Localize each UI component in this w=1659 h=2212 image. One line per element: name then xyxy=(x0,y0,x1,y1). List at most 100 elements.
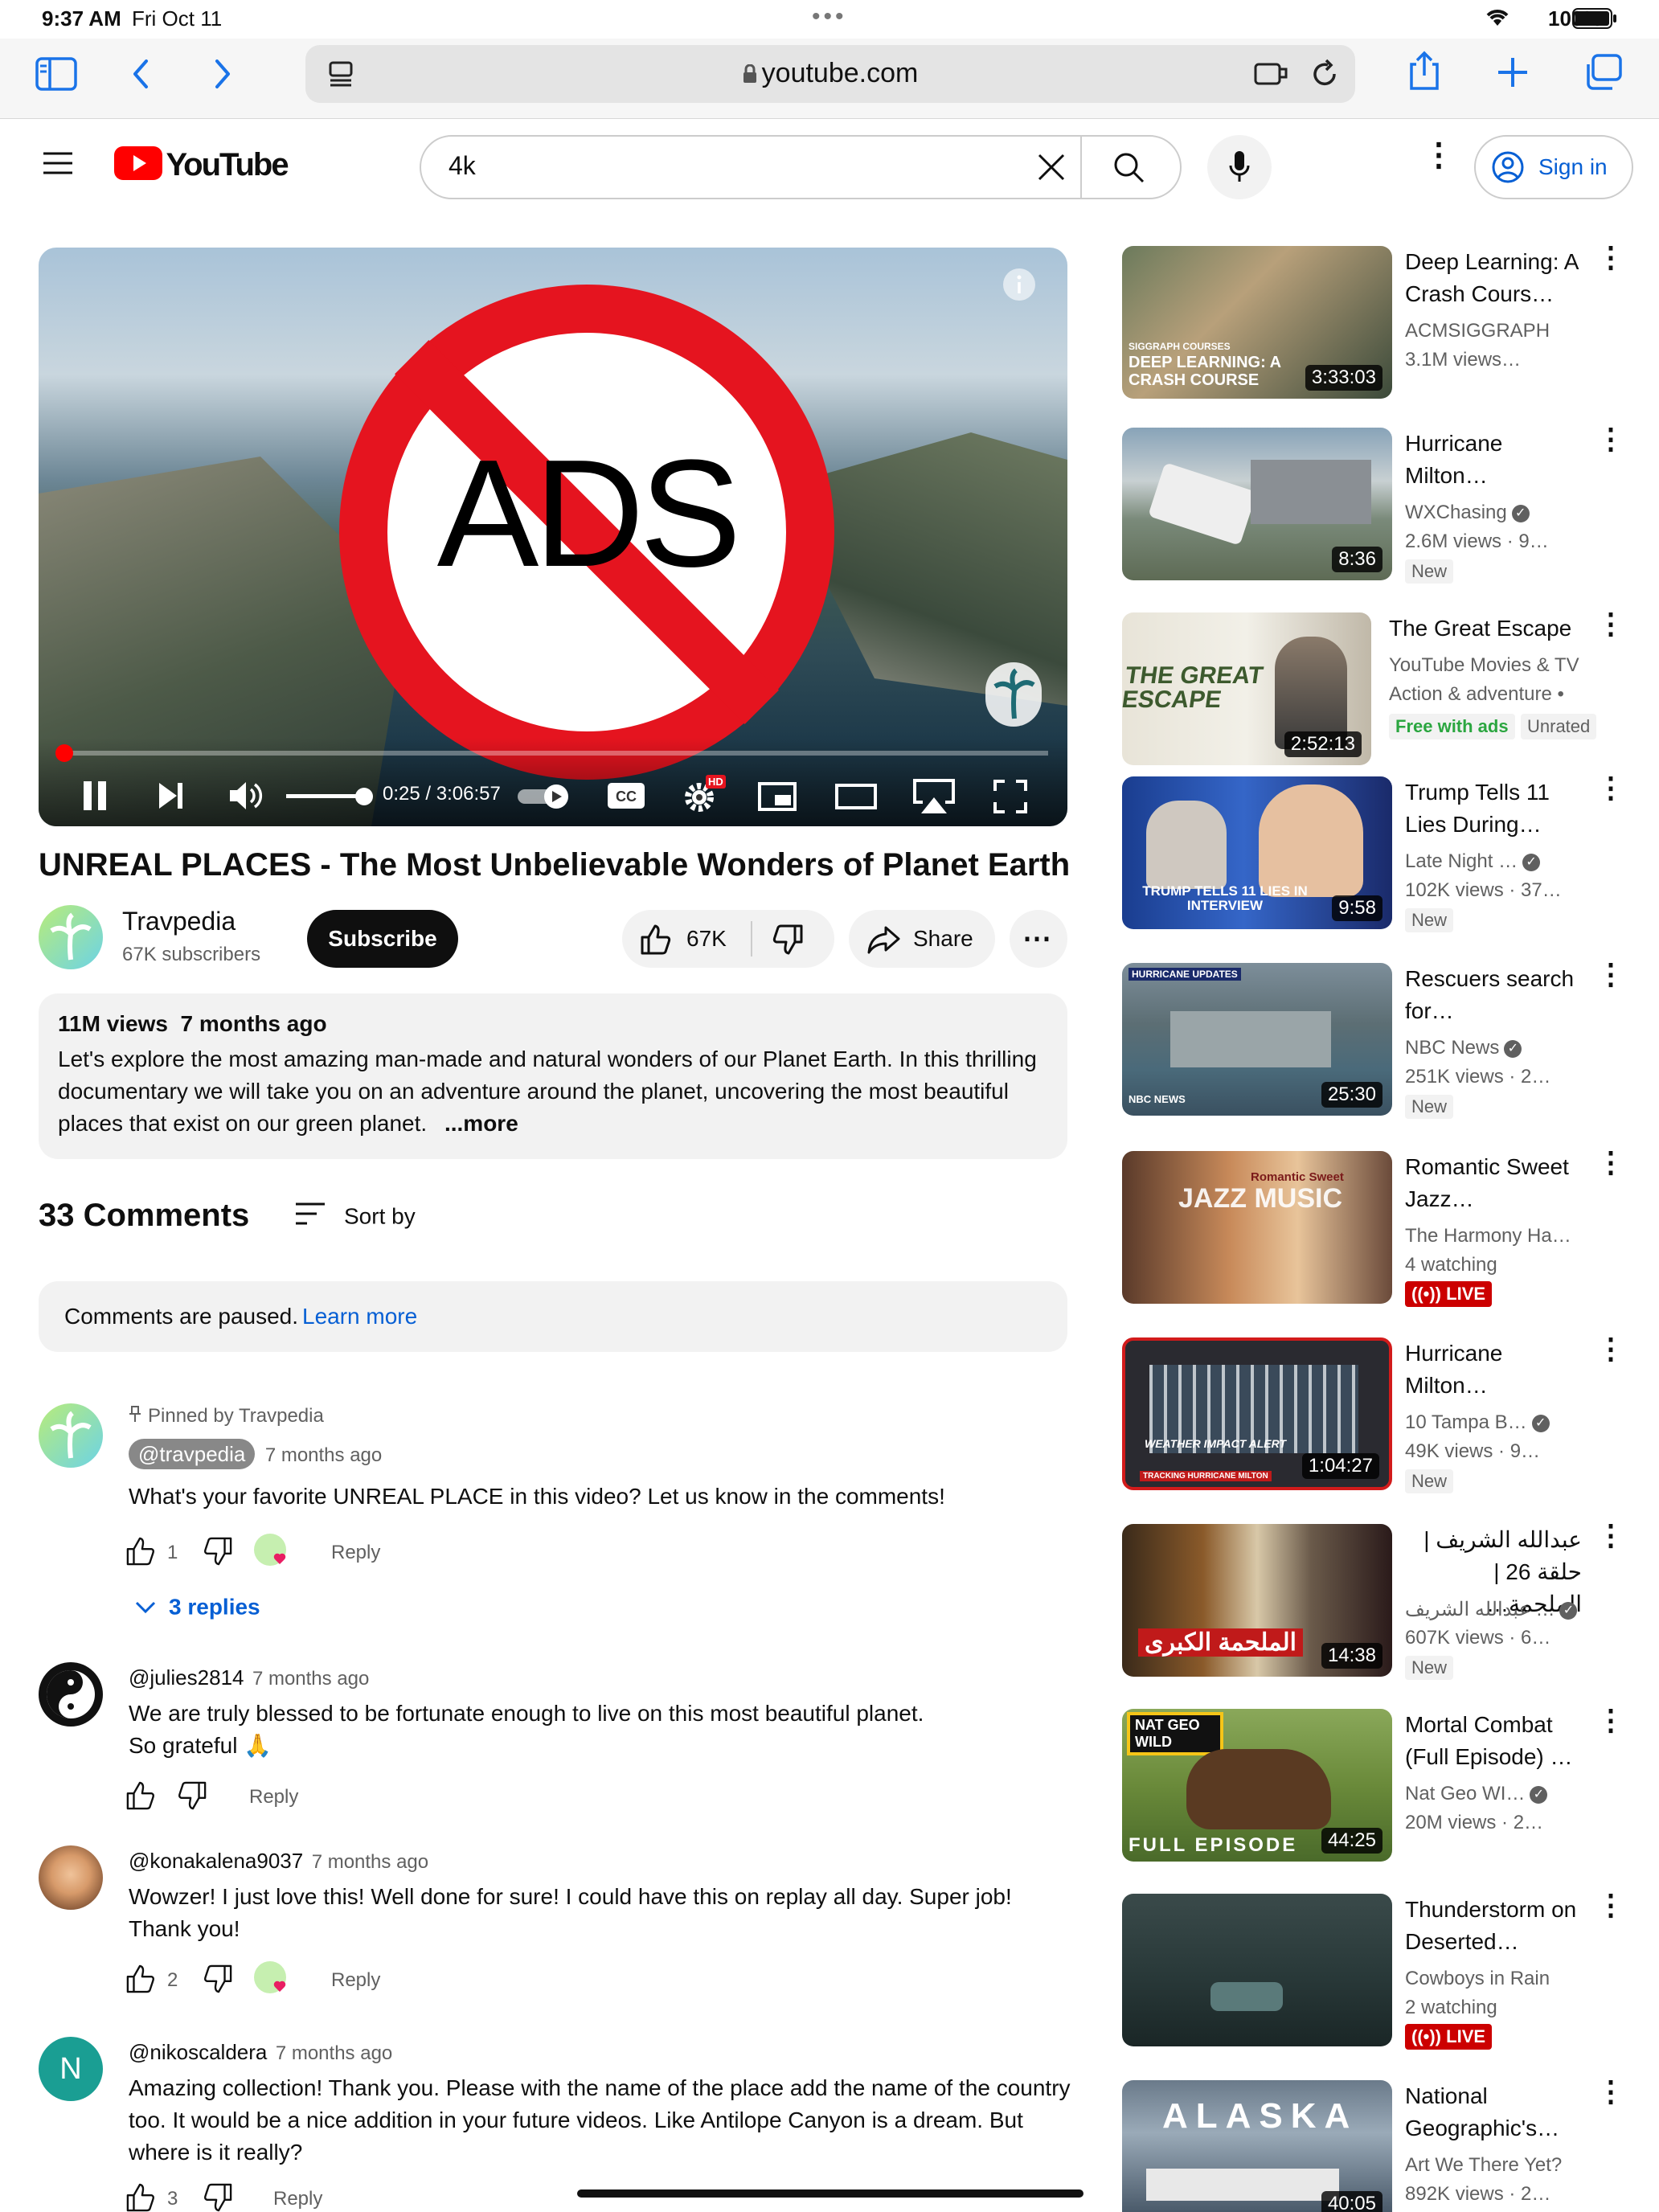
comment-dislike-icon[interactable] xyxy=(177,1781,207,1816)
subscribe-button[interactable]: Subscribe xyxy=(307,910,458,968)
comment-like-icon[interactable] xyxy=(125,1781,156,1816)
recommended-video[interactable]: SIGGRAPH COURSES DEEP LEARNING: A CRASH … xyxy=(1122,243,1659,399)
info-icon[interactable] xyxy=(1002,267,1037,306)
share-icon[interactable] xyxy=(1407,50,1442,96)
search-box[interactable]: 4k xyxy=(420,135,1182,199)
comment-time[interactable]: 7 months ago xyxy=(276,2042,392,2064)
video-thumbnail[interactable]: HURRICANE UPDATES NBC NEWS 25:30 xyxy=(1122,963,1392,1116)
comment-avatar[interactable] xyxy=(39,1845,103,1910)
comment-author[interactable]: @travpedia xyxy=(129,1439,256,1469)
channel-name[interactable]: Art We There Yet? xyxy=(1405,2154,1562,2177)
more-options-icon[interactable]: ⋮ xyxy=(1596,609,1625,638)
recommended-video[interactable]: الملحمة الكبرى 14:38 عبدالله الشريف | حل… xyxy=(1122,1521,1659,1680)
more-options-icon[interactable]: ⋮ xyxy=(1596,424,1625,453)
comment-dislike-icon[interactable] xyxy=(203,1537,233,1571)
like-icon[interactable] xyxy=(640,924,672,959)
progress-scrubber[interactable] xyxy=(55,744,73,762)
more-options-icon[interactable]: ⋮ xyxy=(1596,1521,1625,1550)
more-options-icon[interactable]: ⋮ xyxy=(1596,960,1625,989)
more-options-icon[interactable]: ⋮ xyxy=(1596,1706,1625,1735)
comment-like-icon[interactable] xyxy=(125,1964,156,1999)
comment-like-icon[interactable] xyxy=(125,1537,156,1571)
more-options-icon[interactable]: ⋮ xyxy=(1596,1148,1625,1177)
volume-slider[interactable] xyxy=(286,788,373,805)
miniplayer-icon[interactable] xyxy=(757,781,797,816)
video-thumbnail[interactable]: NAT GEO WILD FULL EPISODE 44:25 xyxy=(1122,1709,1392,1862)
comment-author[interactable]: @konakalena9037 xyxy=(129,1849,303,1873)
video-thumbnail[interactable]: SIGGRAPH COURSES DEEP LEARNING: A CRASH … xyxy=(1122,246,1392,399)
clear-search-icon[interactable] xyxy=(1037,153,1066,186)
recommended-video[interactable]: HURRICANE UPDATES NBC NEWS 25:30 Rescuer… xyxy=(1122,960,1659,1119)
recommended-video[interactable]: Romantic Sweet JAZZ MUSIC Romantic Sweet… xyxy=(1122,1148,1659,1307)
channel-name[interactable]: Travpedia xyxy=(122,907,236,936)
comment-author[interactable]: @nikoscaldera xyxy=(129,2040,267,2064)
comment-time[interactable]: 7 months ago xyxy=(265,1444,382,1466)
forward-icon[interactable] xyxy=(211,58,235,94)
description-box[interactable]: 11M views 7 months ago Let's explore the… xyxy=(39,993,1067,1159)
more-link[interactable]: ...more xyxy=(444,1111,518,1136)
like-count[interactable]: 67K xyxy=(686,926,727,952)
channel-avatar[interactable] xyxy=(39,905,103,969)
video-title[interactable]: Mortal Combat (Full Episode) … xyxy=(1405,1709,1582,1773)
more-options-icon[interactable]: ⋮ xyxy=(1423,139,1455,171)
channel-name[interactable]: NBC News ✓ xyxy=(1405,1037,1522,1059)
back-icon[interactable] xyxy=(129,58,153,94)
channel-name[interactable]: عبدالله الشريف … ✓ xyxy=(1405,1598,1578,1621)
captions-icon[interactable]: CC xyxy=(606,780,646,816)
more-options-icon[interactable]: ⋮ xyxy=(1596,2077,1625,2106)
reply-button[interactable]: Reply xyxy=(273,2188,322,2210)
comment-dislike-icon[interactable] xyxy=(203,1964,233,1999)
reply-button[interactable]: Reply xyxy=(249,1786,298,1809)
video-title[interactable]: Rescuers search for… xyxy=(1405,963,1582,1027)
video-thumbnail[interactable]: WEATHER IMPACT ALERT TRACKING HURRICANE … xyxy=(1122,1337,1392,1490)
theater-mode-icon[interactable] xyxy=(834,783,878,814)
volume-knob[interactable] xyxy=(355,788,373,805)
settings-gear-icon[interactable]: HD xyxy=(682,775,726,819)
sign-in-button[interactable]: Sign in xyxy=(1474,135,1633,199)
next-icon[interactable] xyxy=(156,781,185,814)
multitasking-dots-icon[interactable]: ••• xyxy=(812,3,847,31)
comment-author[interactable]: @julies2814 xyxy=(129,1665,244,1690)
video-title[interactable]: National Geographic's… xyxy=(1405,2080,1582,2144)
sidebar-toggle-icon[interactable] xyxy=(35,56,77,96)
airplay-icon[interactable] xyxy=(911,778,956,819)
video-player[interactable]: ADS 0:25 / 3:06:57 CC HD xyxy=(39,248,1067,826)
comment-avatar[interactable]: N xyxy=(39,2037,103,2101)
video-title[interactable]: The Great Escape xyxy=(1389,612,1598,645)
voice-search-button[interactable] xyxy=(1207,135,1272,199)
video-thumbnail[interactable]: 8:36 xyxy=(1122,428,1392,580)
share-button[interactable]: Share xyxy=(849,910,995,968)
comment-avatar[interactable] xyxy=(39,1662,103,1727)
video-thumbnail[interactable] xyxy=(1122,1894,1392,2046)
reload-icon[interactable] xyxy=(1309,58,1341,94)
channel-name[interactable]: Late Night … ✓ xyxy=(1405,850,1541,873)
comment-avatar[interactable] xyxy=(39,1403,103,1468)
recommended-video[interactable]: WEATHER IMPACT ALERT TRACKING HURRICANE … xyxy=(1122,1334,1659,1493)
comment-like-icon[interactable] xyxy=(125,2183,156,2212)
more-options-icon[interactable]: ⋮ xyxy=(1596,773,1625,802)
video-title[interactable]: Hurricane Milton… xyxy=(1405,1337,1582,1402)
more-options-icon[interactable]: ⋮ xyxy=(1596,1334,1625,1363)
more-options-icon[interactable]: ⋮ xyxy=(1596,243,1625,272)
extension-icon[interactable] xyxy=(1254,59,1288,92)
video-thumbnail[interactable]: ALASKA 40:05 xyxy=(1122,2080,1392,2212)
recommended-video[interactable]: NAT GEO WILD FULL EPISODE 44:25 Mortal C… xyxy=(1122,1706,1659,1862)
channel-name[interactable]: YouTube Movies & TV xyxy=(1389,654,1579,677)
sort-by-button[interactable]: Sort by xyxy=(294,1201,416,1232)
video-title[interactable]: Deep Learning: A Crash Cours… xyxy=(1405,246,1582,310)
progress-track[interactable] xyxy=(55,744,1048,762)
address-bar[interactable]: youtube.com xyxy=(305,45,1355,103)
tabs-overview-icon[interactable] xyxy=(1583,53,1624,96)
new-tab-icon[interactable] xyxy=(1495,55,1530,94)
video-title[interactable]: Trump Tells 11 Lies During… xyxy=(1405,776,1582,841)
channel-name[interactable]: The Harmony Ha… xyxy=(1405,1225,1571,1247)
recommended-video[interactable]: Thunderstorm on Deserted… Cowboys in Rai… xyxy=(1122,1890,1659,2050)
fullscreen-icon[interactable] xyxy=(993,780,1027,817)
video-thumbnail[interactable]: THE GREAT ESCAPE 2:52:13 xyxy=(1122,612,1371,765)
channel-name[interactable]: Cowboys in Rain xyxy=(1405,1968,1550,1990)
comment-dislike-icon[interactable] xyxy=(203,2183,233,2212)
channel-name[interactable]: 10 Tampa B… ✓ xyxy=(1405,1411,1550,1434)
recommended-video[interactable]: TRUMP TELLS 11 LIES IN INTERVIEW 9:58 Tr… xyxy=(1122,773,1659,932)
video-title[interactable]: Hurricane Milton… xyxy=(1405,428,1582,492)
more-actions-button[interactable]: ⋯ xyxy=(1010,910,1067,968)
